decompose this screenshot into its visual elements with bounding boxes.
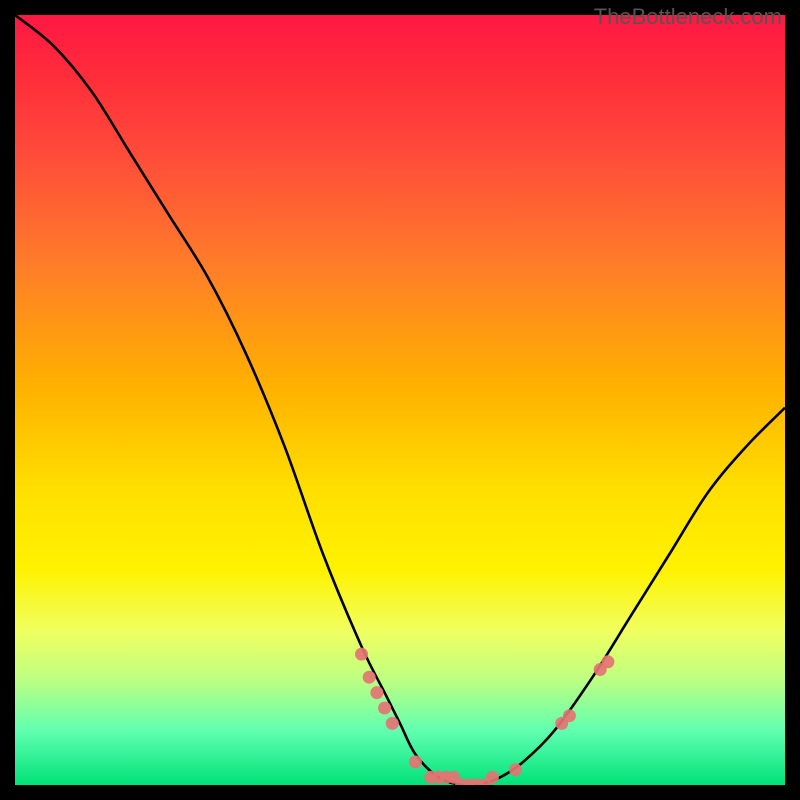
chart-frame: TheBottleneck.com <box>0 0 800 800</box>
scatter-dots <box>355 648 614 785</box>
dot <box>378 702 391 715</box>
dot <box>601 655 614 668</box>
dot <box>386 717 399 730</box>
dot <box>409 755 422 768</box>
dot <box>355 648 368 661</box>
bottleneck-curve <box>15 15 785 785</box>
plot-area <box>15 15 785 785</box>
dot <box>486 771 499 784</box>
curve-svg <box>15 15 785 785</box>
watermark-text: TheBottleneck.com <box>594 4 782 30</box>
dot <box>370 686 383 699</box>
dot <box>363 671 376 684</box>
dot <box>563 709 576 722</box>
dot <box>509 763 522 776</box>
